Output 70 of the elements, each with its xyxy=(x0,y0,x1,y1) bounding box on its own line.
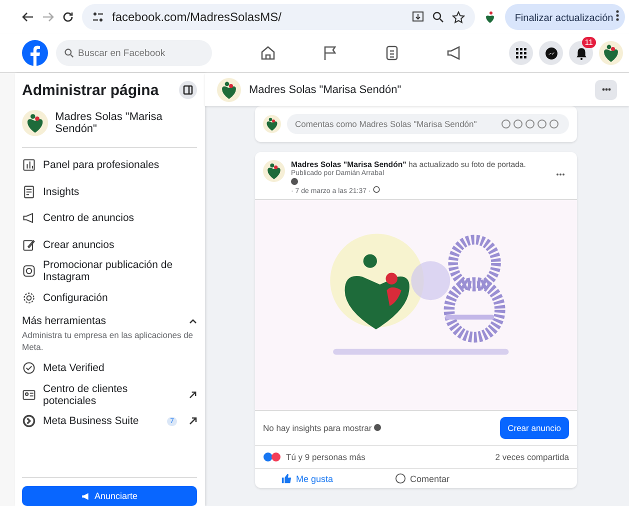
update-button[interactable]: Finalizar actualización xyxy=(504,4,625,30)
collapse-icon[interactable] xyxy=(179,81,197,99)
chart-icon xyxy=(22,158,36,172)
document-icon[interactable] xyxy=(384,45,400,61)
sidebar-title: Administrar página xyxy=(22,82,159,98)
back-icon[interactable] xyxy=(22,11,34,23)
url-text: facebook.com/MadresSolasMS/ xyxy=(112,10,282,24)
facebook-logo[interactable] xyxy=(22,40,48,66)
sidebar-item[interactable]: Configuración xyxy=(22,284,197,311)
more-icon xyxy=(556,173,565,176)
reactions-summary[interactable]: Tú y 9 personas más xyxy=(286,452,366,462)
insights-message: No hay insights para mostrar xyxy=(263,423,382,433)
page-switcher[interactable]: Madres Solas "Marisa Sendón" xyxy=(22,101,197,143)
megaphone-icon xyxy=(81,492,90,500)
menu-icon[interactable] xyxy=(509,41,533,65)
contact-card-icon xyxy=(22,388,36,402)
address-bar[interactable]: facebook.com/MadresSolasMS/ xyxy=(82,4,475,30)
page-logo-icon xyxy=(599,41,623,65)
speech-bubble-icon xyxy=(395,473,406,484)
sidebar-item[interactable]: Centro de clientes potenciales xyxy=(22,382,197,408)
sidebar-item[interactable]: Crear anuncios xyxy=(22,232,197,258)
more-button[interactable] xyxy=(595,80,617,100)
info-icon xyxy=(374,424,382,431)
more-vertical-icon xyxy=(616,10,619,21)
section-description: Administra tu empresa en las aplicaciones de Meta. xyxy=(22,329,194,353)
like-button[interactable]: Me gusta xyxy=(275,472,340,485)
page-logo-icon xyxy=(263,160,285,182)
messenger-icon[interactable] xyxy=(539,41,563,65)
list-icon xyxy=(22,184,36,199)
info-icon xyxy=(291,178,298,185)
reaction-icons xyxy=(263,452,283,462)
bell-icon xyxy=(574,46,588,60)
sidebar-item[interactable]: Promocionar publicación de Instagram xyxy=(22,258,197,284)
zoom-icon[interactable] xyxy=(432,11,444,23)
sidebar-item[interactable]: Insights xyxy=(22,178,197,205)
camera-icon xyxy=(22,264,36,278)
page-name: Madres Solas "Marisa Sendón" xyxy=(249,84,402,96)
sidebar-item[interactable]: Panel para profesionales xyxy=(22,152,197,178)
comment-field[interactable]: Comentas como Madres Solas "Marisa Sendón" xyxy=(287,114,569,134)
search-icon xyxy=(64,48,74,58)
emoji-icons[interactable] xyxy=(501,119,561,129)
sidebar-item[interactable]: Centro de anuncios xyxy=(22,205,197,232)
create-ad-button[interactable]: Crear anuncio xyxy=(500,417,569,439)
page-logo-icon xyxy=(217,78,241,102)
flag-icon[interactable] xyxy=(322,45,338,61)
search-field[interactable]: Buscar en Facebook xyxy=(56,40,212,66)
sidebar-item[interactable]: Meta Verified xyxy=(22,355,197,382)
site-settings-icon[interactable] xyxy=(92,11,104,23)
share-count[interactable]: 2 veces compartida xyxy=(495,452,569,462)
install-icon[interactable] xyxy=(412,11,424,23)
advertise-button[interactable]: Anunciarte xyxy=(22,486,197,506)
star-icon[interactable] xyxy=(452,10,465,24)
check-circle-icon xyxy=(22,361,36,376)
settings-icon xyxy=(22,290,36,305)
globe-icon xyxy=(372,186,380,193)
page-logo-icon xyxy=(22,109,48,137)
megaphone-icon[interactable] xyxy=(446,45,462,61)
pencil-icon xyxy=(22,238,36,252)
thumbs-up-icon xyxy=(281,473,292,484)
megaphone-icon xyxy=(22,211,36,226)
more-icon xyxy=(602,88,610,91)
section-title: Más herramientas xyxy=(22,315,106,327)
comment-button[interactable]: Comentar xyxy=(389,472,456,485)
home-icon[interactable] xyxy=(260,45,276,61)
page-logo-icon xyxy=(263,115,281,133)
collapse-caret-icon[interactable] xyxy=(189,318,197,324)
notification-badge: 11 xyxy=(582,37,596,48)
meta-suite-icon xyxy=(22,414,36,428)
reload-icon[interactable] xyxy=(62,11,74,23)
page-name: Madres Solas "Marisa Sendón" xyxy=(55,111,164,135)
